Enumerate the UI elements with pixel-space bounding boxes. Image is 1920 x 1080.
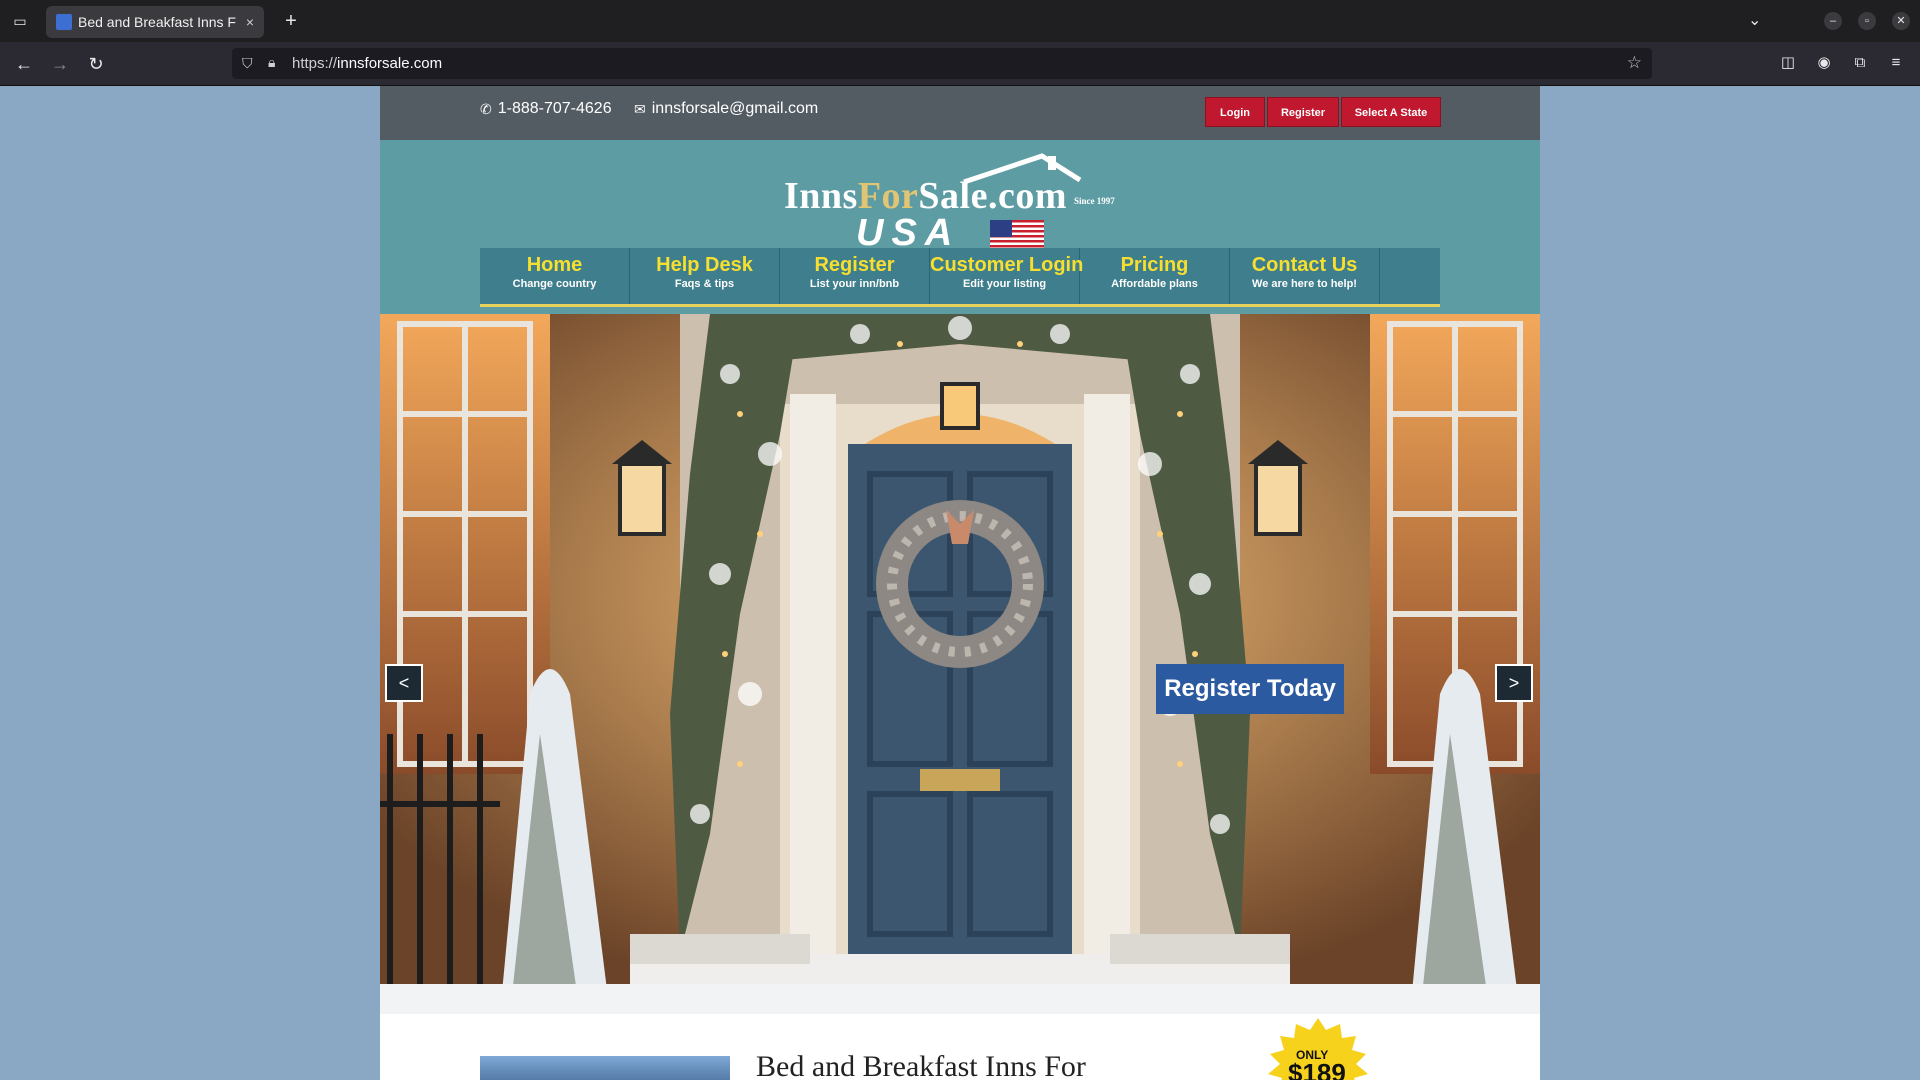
nav-help-desk[interactable]: Help Desk Faqs & tips — [630, 248, 780, 304]
account-icon[interactable]: ◉ — [1814, 53, 1834, 73]
menu-icon[interactable]: ≡ — [1886, 53, 1906, 73]
close-window-icon[interactable]: ✕ — [1892, 12, 1910, 30]
lock-icon[interactable]: 🔒︎ — [268, 54, 275, 71]
nav-label: Register — [814, 254, 895, 276]
main-navigation: Home Change country Help Desk Faqs & tip… — [480, 248, 1440, 307]
url-text[interactable]: https://innsforsale.com — [292, 55, 442, 72]
new-tab-button[interactable]: + — [280, 10, 302, 32]
nav-home[interactable]: Home Change country — [480, 248, 630, 304]
hero-image — [380, 314, 1540, 1014]
nav-label: Customer Login — [930, 254, 1084, 276]
forward-icon[interactable]: → — [48, 52, 72, 76]
website: ✆ 1-888-707-4626 ✉ innsforsale@gmail.com… — [380, 86, 1540, 1080]
nav-sublabel: Affordable plans — [1111, 278, 1198, 290]
contact-bar: ✆ 1-888-707-4626 ✉ innsforsale@gmail.com… — [380, 86, 1540, 140]
logo-for: For — [857, 175, 919, 217]
select-state-button[interactable]: Select A State — [1341, 97, 1441, 127]
phone-contact[interactable]: ✆ 1-888-707-4626 — [480, 100, 612, 118]
logo-com: .com — [987, 175, 1068, 217]
pocket-icon[interactable]: ◫ — [1778, 53, 1798, 73]
restore-icon[interactable]: ▫ — [1858, 12, 1876, 30]
reload-icon[interactable]: ↻ — [84, 52, 108, 76]
slider-prev-button[interactable]: < — [385, 664, 423, 702]
register-today-button[interactable]: Register Today — [1156, 664, 1344, 714]
site-header: InnsForSale.com Since 1997 USA Home Chan… — [380, 140, 1540, 314]
slider-next-button[interactable]: > — [1495, 664, 1533, 702]
nav-sublabel: Edit your listing — [962, 278, 1047, 290]
email-contact[interactable]: ✉ innsforsale@gmail.com — [634, 100, 818, 118]
nav-label: Pricing — [1120, 254, 1189, 276]
extensions-icon[interactable]: ⧉ — [1850, 53, 1870, 73]
url-prefix: https:// — [292, 55, 338, 72]
tracking-shield-icon[interactable]: ⛉ — [242, 55, 253, 72]
logo-inns: Inns — [784, 175, 858, 217]
logo-since: Since 1997 — [1074, 196, 1115, 206]
phone-icon: ✆ — [480, 100, 492, 117]
url-host: innsforsale.com — [337, 55, 443, 72]
intro-section: Bed and Breakfast Inns For ONLY $189 — [380, 1014, 1540, 1080]
envelope-icon: ✉ — [634, 100, 646, 117]
favicon-icon — [56, 14, 72, 30]
nav-sublabel: List your inn/bnb — [809, 278, 900, 290]
email-address: innsforsale@gmail.com — [651, 100, 819, 117]
back-icon[interactable]: ← — [12, 52, 36, 76]
price-badge: ONLY $189 — [1258, 1018, 1378, 1080]
nav-label: Contact Us — [1251, 254, 1358, 276]
badge-price: $189 — [1288, 1058, 1346, 1080]
nav-label: Help Desk — [656, 254, 753, 276]
nav-sublabel: We are here to help! — [1252, 278, 1357, 290]
logo-sale: Sale — [918, 175, 988, 217]
nav-pricing[interactable]: Pricing Affordable plans — [1080, 248, 1230, 304]
browser-toolbar: ← → ↻ ⛉ 🔒︎ https://innsforsale.com ☆ ◫ ◉… — [0, 42, 1920, 86]
browser-tab[interactable]: Bed and Breakfast Inns F × — [46, 6, 264, 38]
nav-register[interactable]: Register List your inn/bnb — [780, 248, 930, 304]
address-bar[interactable]: ⛉ 🔒︎ https://innsforsale.com ☆ — [232, 48, 1652, 79]
intro-heading: Bed and Breakfast Inns For — [756, 1050, 1086, 1080]
tab-title: Bed and Breakfast Inns F — [78, 14, 236, 30]
nav-sublabel: Change country — [512, 278, 597, 290]
tab-overflow-icon[interactable]: ⌄ — [1748, 10, 1761, 30]
nav-label: Home — [526, 254, 583, 276]
register-button[interactable]: Register — [1267, 97, 1339, 127]
bookmark-star-icon[interactable]: ☆ — [1627, 53, 1642, 73]
nav-sublabel: Faqs & tips — [674, 278, 735, 290]
site-logo[interactable]: InnsForSale.com Since 1997 USA — [784, 152, 1144, 254]
minimize-icon[interactable]: – — [1824, 12, 1842, 30]
tab-list-icon[interactable]: ▭ — [10, 12, 30, 30]
hero-slider: < > Register Today — [380, 314, 1540, 1014]
inn-thumbnail — [480, 1056, 730, 1080]
browser-tab-bar: ▭ Bed and Breakfast Inns F × + ⌄ – ▫ ✕ — [0, 0, 1920, 42]
nav-customer-login[interactable]: Customer Login Edit your listing — [930, 248, 1084, 304]
tab-close-icon[interactable]: × — [246, 14, 254, 30]
login-button[interactable]: Login — [1205, 97, 1265, 127]
phone-number: 1-888-707-4626 — [497, 100, 612, 117]
nav-contact-us[interactable]: Contact Us We are here to help! — [1230, 248, 1380, 304]
